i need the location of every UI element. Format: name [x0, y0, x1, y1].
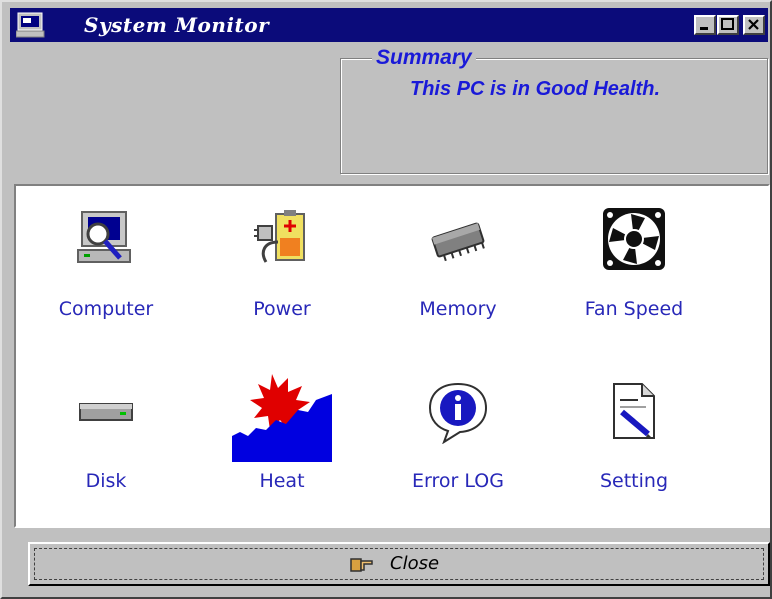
summary-legend: Summary: [372, 46, 476, 70]
document-icon: [608, 380, 660, 446]
close-button-label: Close: [390, 553, 440, 574]
tile-label: Fan Speed: [584, 298, 684, 320]
disk-icon: [76, 400, 136, 428]
health-status-text: This PC is in Good Health.: [410, 78, 661, 100]
minimize-button[interactable]: [694, 15, 716, 35]
tile-power[interactable]: Power: [194, 194, 370, 324]
title-bar[interactable]: System Monitor: [10, 8, 768, 42]
memory-icon: [426, 216, 490, 268]
app-monitor-icon[interactable]: [15, 12, 46, 38]
tile-label: Heat: [259, 470, 305, 492]
pointing-hand-icon: [350, 555, 374, 573]
tile-label: Power: [253, 298, 311, 320]
summary-groupbox: [340, 58, 768, 174]
tile-label: Disk: [85, 470, 127, 492]
system-monitor-window: System Monitor Summary This PC is in Goo…: [0, 0, 772, 599]
tile-label: Error LOG: [412, 470, 504, 492]
computer-icon: [74, 208, 138, 272]
maximize-button[interactable]: [717, 15, 739, 35]
close-window-button[interactable]: [743, 15, 765, 35]
close-button[interactable]: Close: [28, 542, 770, 586]
window-title: System Monitor: [84, 13, 270, 37]
tile-label: Setting: [599, 470, 669, 492]
tile-memory[interactable]: Memory: [370, 194, 546, 324]
info-icon: [426, 380, 490, 448]
tile-setting[interactable]: Setting: [546, 368, 722, 498]
tile-label: Memory: [419, 298, 497, 320]
tile-label: Computer: [58, 298, 154, 320]
tile-error-log[interactable]: Error LOG: [370, 368, 546, 498]
heat-icon: [232, 370, 332, 466]
fan-icon: [601, 206, 667, 276]
tile-fan-speed[interactable]: Fan Speed: [546, 194, 722, 324]
tile-computer[interactable]: Computer: [18, 194, 194, 324]
tile-disk[interactable]: Disk: [18, 368, 194, 498]
tile-heat[interactable]: Heat: [194, 368, 370, 498]
icon-panel: Computer Power Memory Fan Speed Disk Hea…: [14, 184, 770, 528]
power-icon: [250, 208, 314, 272]
